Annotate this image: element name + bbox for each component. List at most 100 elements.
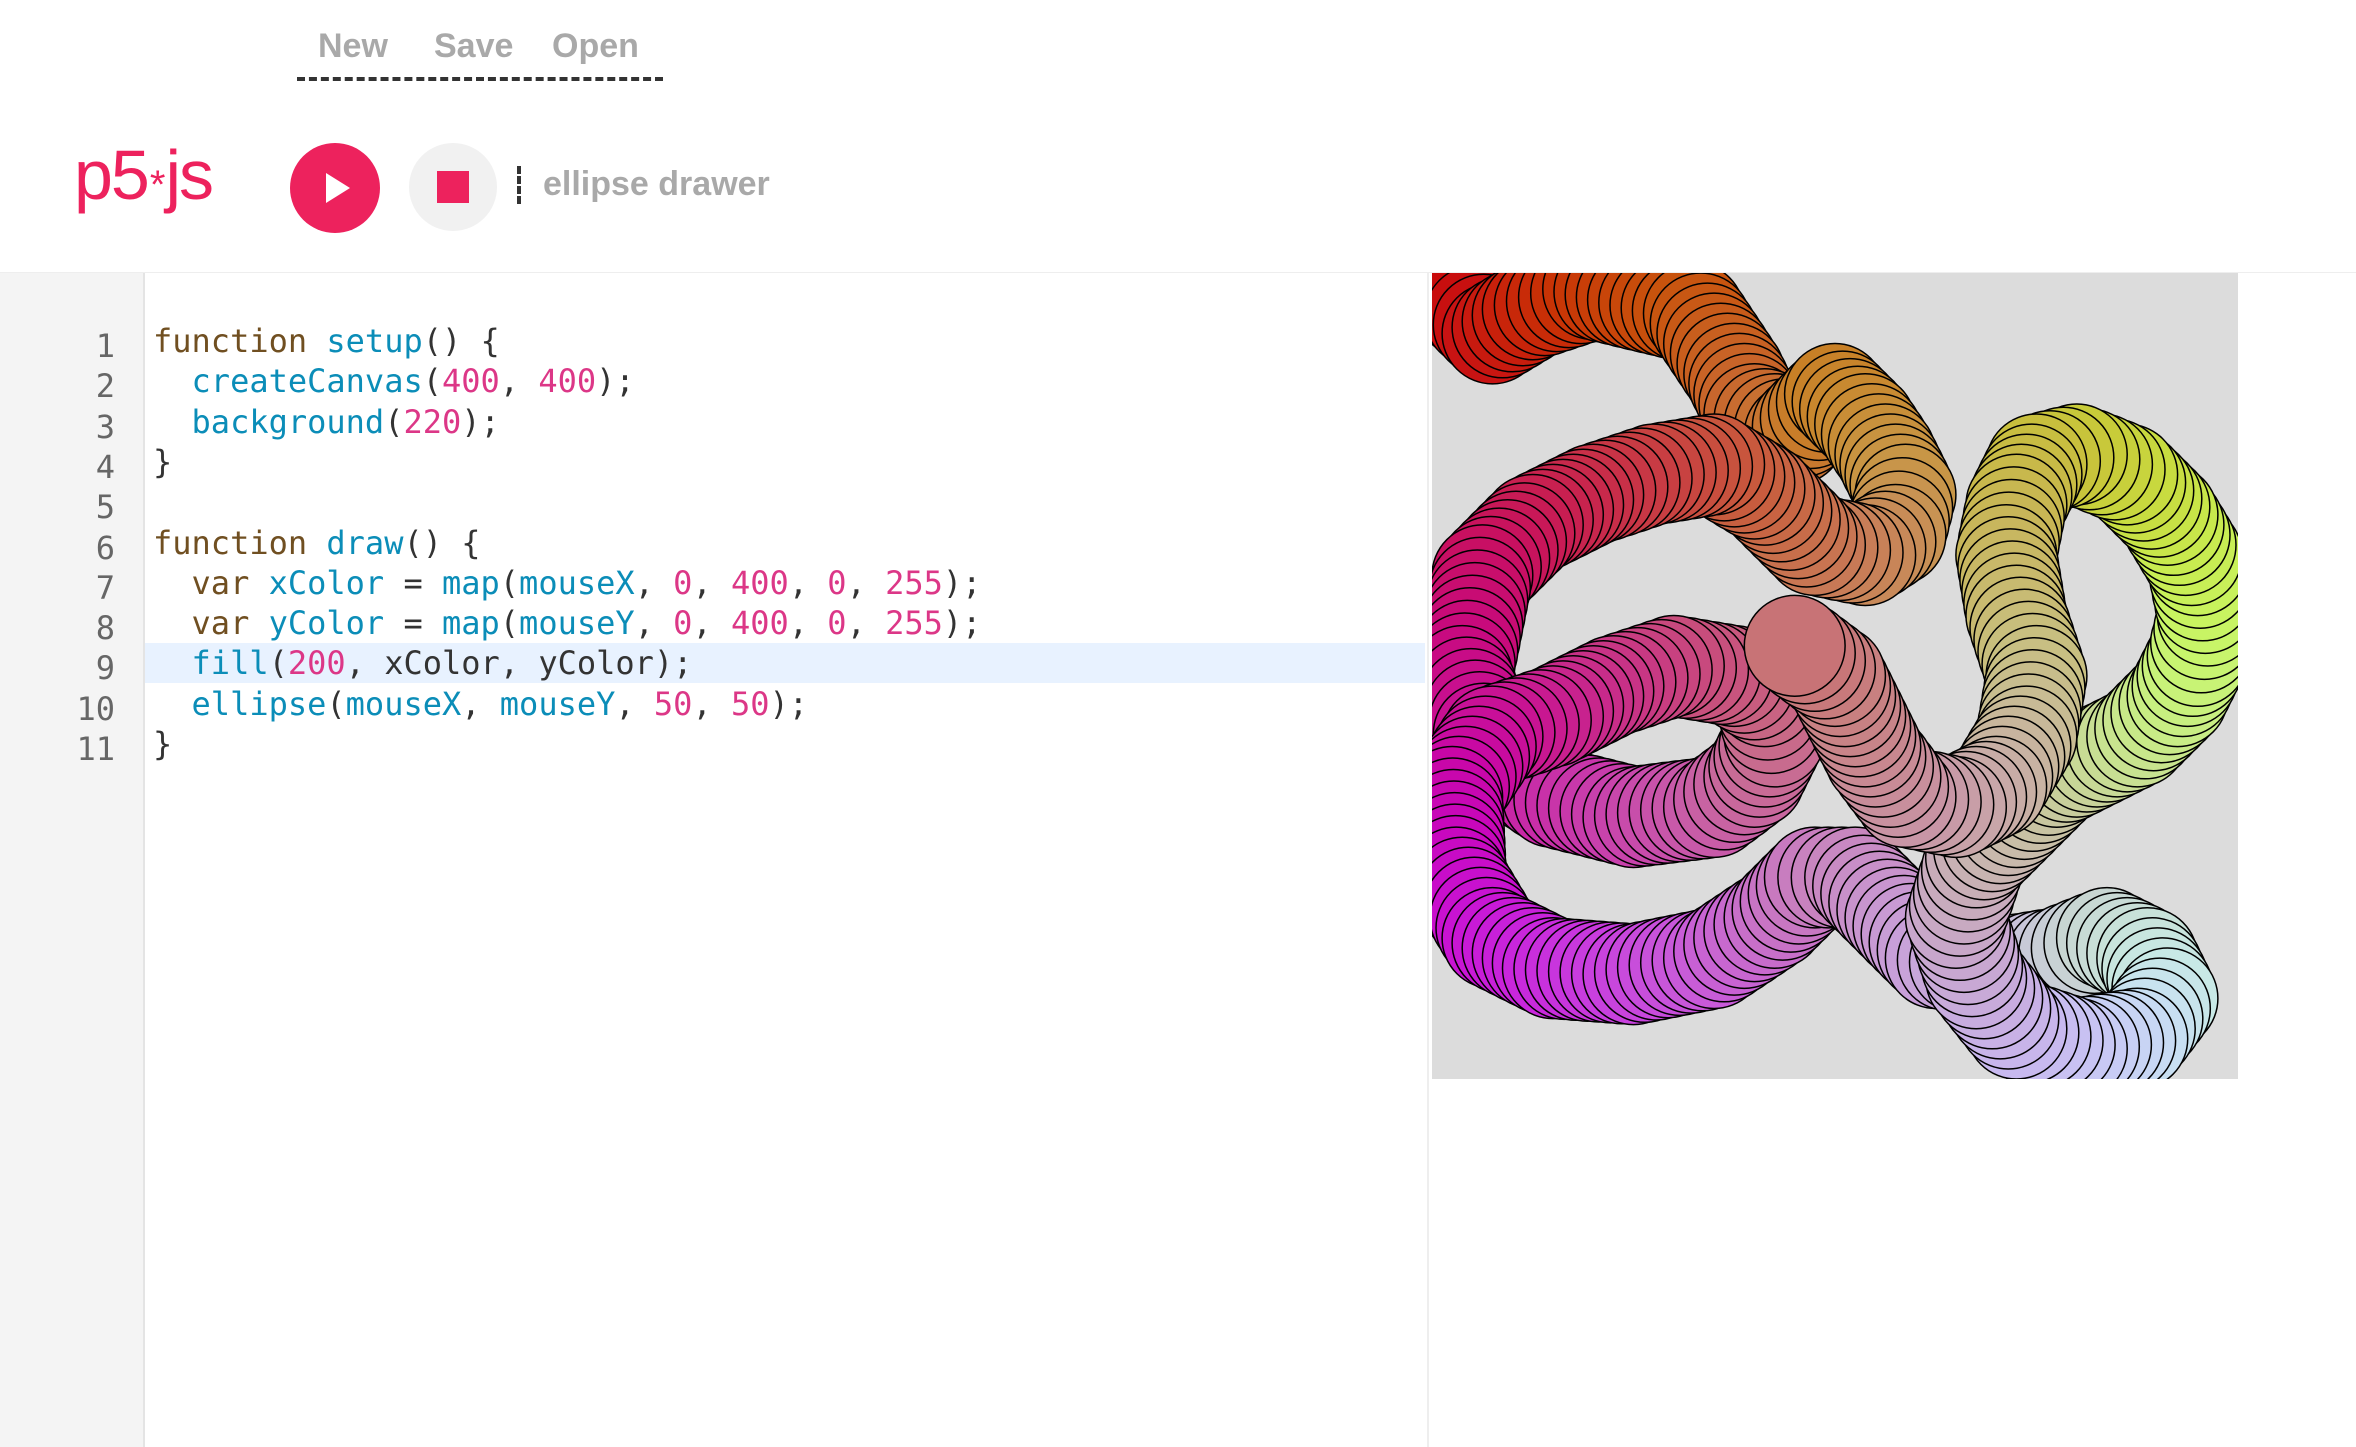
save-button[interactable]: Save: [434, 27, 513, 66]
code-token: 400: [730, 604, 789, 643]
code-token: 200: [287, 644, 346, 683]
logo-text: p5: [74, 136, 150, 214]
code-line[interactable]: }: [153, 442, 172, 482]
sketch-name-label: ellipse drawer: [543, 165, 770, 203]
code-token: ,: [788, 563, 828, 602]
code-token: 50: [653, 684, 693, 723]
code-token: ,: [846, 563, 886, 602]
code-token: (: [268, 644, 288, 683]
code-token: ,: [634, 563, 674, 602]
code-token: (: [499, 563, 520, 602]
code-line[interactable]: var xColor = map(mouseX, 0, 400, 0, 255)…: [153, 563, 982, 603]
logo-suffix: js: [165, 136, 214, 214]
code-token: map: [441, 604, 500, 643]
code-token: fill: [191, 644, 269, 683]
line-number-gutter: 1 2 3 4 5 6 7 8 9 10 11: [0, 273, 145, 1447]
code-line[interactable]: fill(200, xColor, yColor);: [153, 643, 693, 683]
code-token: 220: [403, 402, 462, 441]
line-number: 1: [95, 327, 115, 365]
code-token: 400: [538, 362, 597, 401]
text-cursor-icon: [517, 165, 525, 204]
code-line[interactable]: ellipse(mouseX, mouseY, 50, 50);: [153, 684, 809, 724]
code-token: () {: [422, 322, 500, 360]
code-editor[interactable]: function setup() { createCanvas(400, 400…: [145, 273, 1429, 1447]
code-token: ,: [461, 684, 500, 723]
code-token: yColor: [268, 604, 385, 643]
line-number: 10: [76, 689, 115, 728]
code-token: 50: [730, 684, 770, 723]
code-token: mouseX: [345, 684, 462, 723]
code-token: mouseX: [519, 563, 635, 602]
line-number: 2: [95, 367, 115, 406]
code-token: );: [461, 402, 500, 441]
code-token: (: [326, 684, 346, 723]
code-token: draw: [326, 523, 404, 562]
code-token: ,: [615, 684, 654, 723]
code-token: =: [384, 563, 442, 602]
code-token: ,: [692, 604, 731, 643]
stop-button[interactable]: [409, 143, 497, 231]
line-number: 6: [95, 528, 115, 567]
code-token: 400: [730, 563, 789, 602]
code-token: function: [153, 322, 327, 360]
line-number: 7: [95, 568, 115, 607]
sketch-name[interactable]: ellipse drawer: [517, 165, 770, 204]
line-number: 9: [95, 649, 115, 688]
code-token: 400: [441, 362, 500, 401]
p5js-logo: p5*js: [74, 140, 214, 210]
sketch-preview-canvas[interactable]: [1432, 273, 2238, 1079]
new-button[interactable]: New: [318, 27, 388, 66]
code-token: );: [769, 684, 809, 723]
canvas-drawing: [1432, 273, 2238, 1079]
code-token: ,: [788, 604, 828, 643]
code-token: var: [191, 563, 269, 602]
code-token: map: [441, 563, 500, 602]
code-token: (: [422, 362, 442, 401]
code-line[interactable]: function setup() {: [153, 321, 500, 361]
code-token: (: [384, 402, 404, 441]
code-token: 0: [827, 604, 847, 643]
line-number: 8: [95, 609, 115, 648]
code-token: ellipse: [191, 684, 327, 723]
code-token: ,: [692, 563, 731, 602]
code-token: xColor: [268, 563, 385, 602]
code-token: );: [942, 563, 982, 602]
code-token: createCanvas: [191, 362, 423, 401]
code-token: var: [191, 604, 269, 643]
code-token: function: [153, 523, 327, 562]
code-line[interactable]: background(220);: [153, 402, 500, 442]
code-token: ,: [692, 684, 731, 723]
code-token: );: [596, 362, 635, 401]
line-number: 3: [95, 407, 115, 446]
code-token: mouseY: [519, 604, 635, 643]
code-token: 0: [673, 604, 693, 643]
code-token: (: [499, 604, 520, 643]
code-line[interactable]: createCanvas(400, 400);: [153, 361, 635, 401]
code-token: background: [191, 402, 385, 441]
code-token: 255: [885, 604, 943, 643]
code-token: ,: [846, 604, 886, 643]
code-token: mouseY: [499, 684, 616, 723]
code-line[interactable]: var yColor = map(mouseY, 0, 400, 0, 255)…: [153, 603, 982, 643]
open-button[interactable]: Open: [552, 27, 639, 66]
play-button[interactable]: [290, 143, 380, 233]
code-token: () {: [403, 523, 481, 562]
code-token: setup: [326, 322, 423, 360]
code-token: 255: [885, 563, 943, 602]
line-number: 4: [95, 447, 115, 486]
code-token: ,: [499, 362, 539, 401]
code-token: );: [942, 604, 982, 643]
play-icon: [326, 173, 350, 203]
file-menu: New Save Open: [297, 22, 663, 84]
code-line[interactable]: }: [153, 724, 172, 764]
stop-icon: [437, 171, 469, 203]
code-token: }: [153, 725, 173, 763]
code-line[interactable]: function draw() {: [153, 523, 481, 563]
logo-star: *: [149, 162, 166, 207]
code-token: 0: [827, 563, 847, 602]
